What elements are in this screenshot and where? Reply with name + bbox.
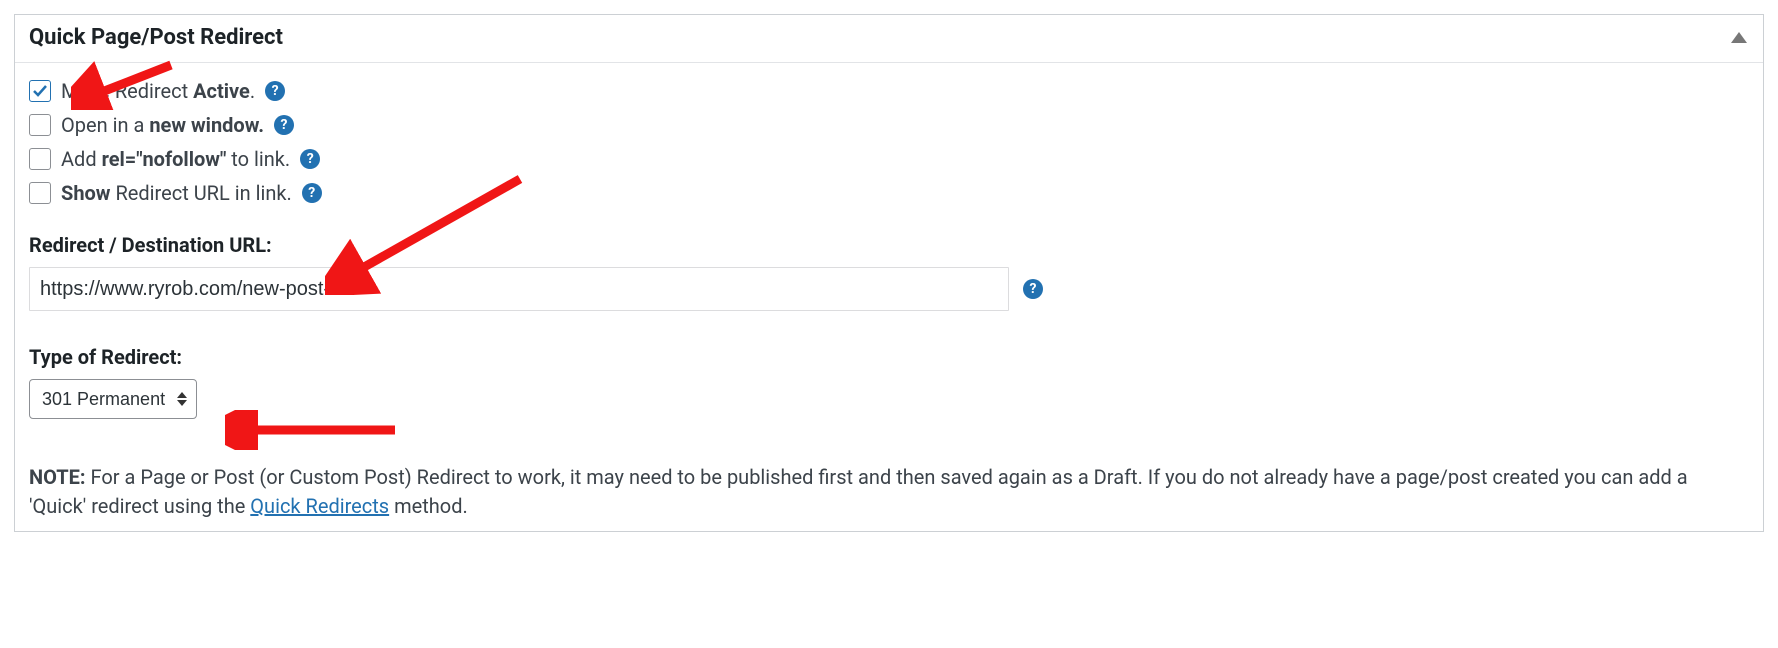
- checkbox-nofollow[interactable]: [29, 148, 51, 170]
- text: Add: [61, 147, 102, 171]
- text-bold: rel="nofollow": [102, 147, 227, 171]
- help-icon[interactable]: ?: [265, 81, 285, 101]
- note-body: method.: [389, 494, 468, 518]
- url-field-label: Redirect / Destination URL:: [29, 233, 1749, 257]
- redirect-type-select[interactable]: 301 Permanent: [29, 379, 197, 419]
- redirect-panel: Quick Page/Post Redirect Make Redirect A…: [14, 14, 1764, 532]
- panel-body: Make Redirect Active. ? Open in a new wi…: [15, 63, 1763, 531]
- text: .: [250, 79, 255, 103]
- option-new-window-label: Open in a new window.: [61, 113, 264, 137]
- option-show-url: Show Redirect URL in link. ?: [29, 181, 1749, 205]
- url-field-row: ?: [29, 267, 1749, 311]
- option-nofollow-label: Add rel="nofollow" to link.: [61, 147, 290, 171]
- option-active: Make Redirect Active. ?: [29, 79, 1749, 103]
- redirect-type-select-wrap: 301 Permanent: [29, 379, 197, 419]
- note-text: NOTE: For a Page or Post (or Custom Post…: [29, 463, 1749, 521]
- text: Make Redirect: [61, 79, 193, 103]
- type-field-label: Type of Redirect:: [29, 345, 1749, 369]
- text: Redirect URL in link.: [111, 181, 292, 205]
- option-nofollow: Add rel="nofollow" to link. ?: [29, 147, 1749, 171]
- help-icon[interactable]: ?: [302, 183, 322, 203]
- panel-title: Quick Page/Post Redirect: [29, 25, 283, 50]
- text-bold: Show: [61, 181, 111, 205]
- panel-header: Quick Page/Post Redirect: [15, 15, 1763, 63]
- checkbox-new-window[interactable]: [29, 114, 51, 136]
- text: Open in a: [61, 113, 149, 137]
- help-icon[interactable]: ?: [274, 115, 294, 135]
- text: to link.: [226, 147, 290, 171]
- options-list: Make Redirect Active. ? Open in a new wi…: [29, 79, 1749, 205]
- text-bold: new window.: [149, 113, 264, 137]
- quick-redirects-link[interactable]: Quick Redirects: [250, 494, 389, 518]
- collapse-toggle-icon[interactable]: [1731, 32, 1747, 43]
- checkbox-show-url[interactable]: [29, 182, 51, 204]
- help-icon[interactable]: ?: [1023, 279, 1043, 299]
- note-bold: NOTE:: [29, 465, 86, 489]
- option-active-label: Make Redirect Active.: [61, 79, 255, 103]
- option-show-url-label: Show Redirect URL in link.: [61, 181, 292, 205]
- checkbox-active[interactable]: [29, 80, 51, 102]
- option-new-window: Open in a new window. ?: [29, 113, 1749, 137]
- destination-url-input[interactable]: [29, 267, 1009, 311]
- help-icon[interactable]: ?: [300, 149, 320, 169]
- text-bold: Active: [193, 79, 250, 103]
